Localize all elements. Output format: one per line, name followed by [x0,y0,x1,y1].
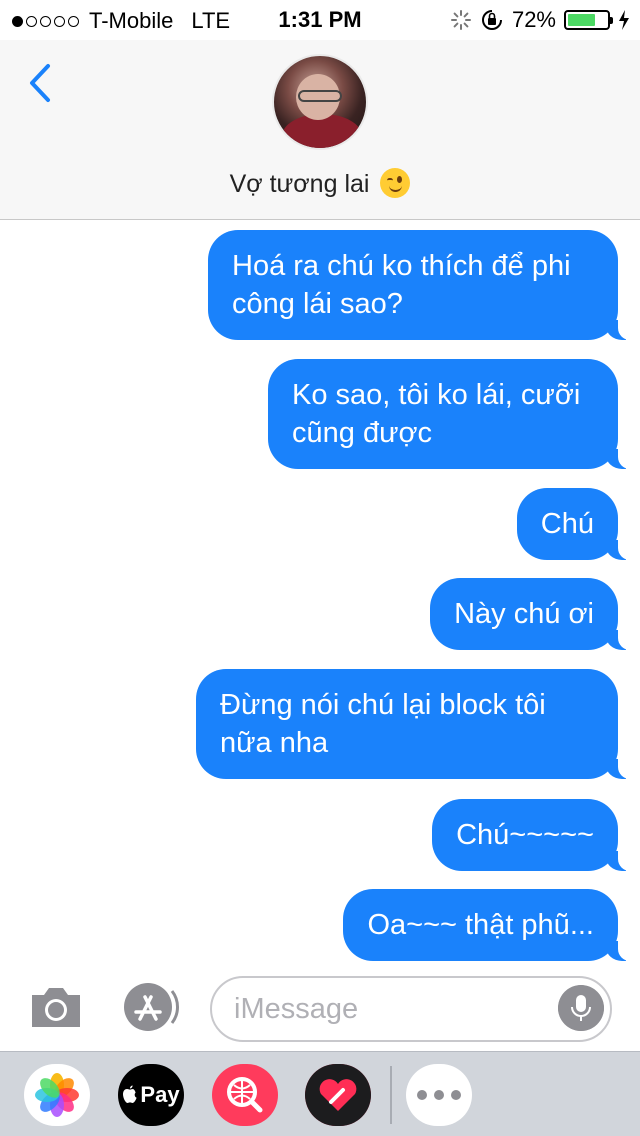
more-icon[interactable] [406,1064,472,1126]
sent-message-bubble[interactable]: Oa~~~ thật phũ... [343,889,640,961]
sent-message-bubble[interactable]: Chú [516,488,640,560]
message-text: Ko sao, tôi ko lái, cưỡi cũng được [292,379,581,449]
message-text: Chú [540,508,594,540]
message-text: Đừng nói chú lại block tôi nữa nha [220,689,546,759]
pay-label: Pay [140,1082,180,1107]
drawer-divider [390,1066,392,1124]
conversation-header: Vợ tương lai [0,40,640,220]
charging-bolt-icon [619,10,629,30]
app-drawer: Pay [0,1051,640,1136]
apple-logo-icon [123,1085,138,1103]
message-list: Hoá ra chú ko thích để phi công lái sao?… [0,220,640,965]
status-right: 72% [450,7,630,33]
message-text: Oa~~~ thật phũ... [367,909,594,941]
digital-touch-icon[interactable] [305,1064,371,1126]
battery-icon [564,10,613,30]
microphone-icon[interactable] [558,985,604,1031]
chevron-left-icon[interactable] [24,58,64,108]
camera-icon[interactable] [28,983,84,1031]
photos-app-icon[interactable] [24,1064,90,1126]
sent-message-bubble[interactable]: Đừng nói chú lại block tôi nữa nha [196,669,640,779]
contact-name[interactable]: Vợ tương lai [0,168,640,199]
app-store-icon[interactable] [120,981,180,1033]
sent-message-bubble[interactable]: Chú~~~~~ [432,799,640,871]
activity-spinner-icon [450,10,471,30]
search-images-icon[interactable] [212,1064,278,1126]
message-text: Hoá ra chú ko thích để phi công lái sao? [232,250,571,320]
sent-message-bubble[interactable]: Hoá ra chú ko thích để phi công lái sao? [208,230,640,340]
sent-message-bubble[interactable]: Ko sao, tôi ko lái, cưỡi cũng được [268,359,640,469]
sent-message-bubble[interactable]: Này chú ơi [430,578,640,650]
message-text: Chú~~~~~ [456,819,594,851]
imessage-placeholder: iMessage [234,992,359,1025]
apple-pay-icon[interactable]: Pay [118,1064,184,1126]
winking-face-emoji [380,168,411,198]
imessage-input[interactable]: iMessage [210,976,612,1042]
contact-avatar[interactable] [272,54,368,150]
rotation-lock-icon [481,10,502,30]
message-text: Này chú ơi [454,598,594,630]
battery-percent: 72% [511,7,556,32]
contact-name-text: Vợ tương lai [229,170,370,198]
message-composer: iMessage [0,965,640,1051]
status-bar: T-Mobile LTE 1:31 PM 72% [0,0,640,40]
